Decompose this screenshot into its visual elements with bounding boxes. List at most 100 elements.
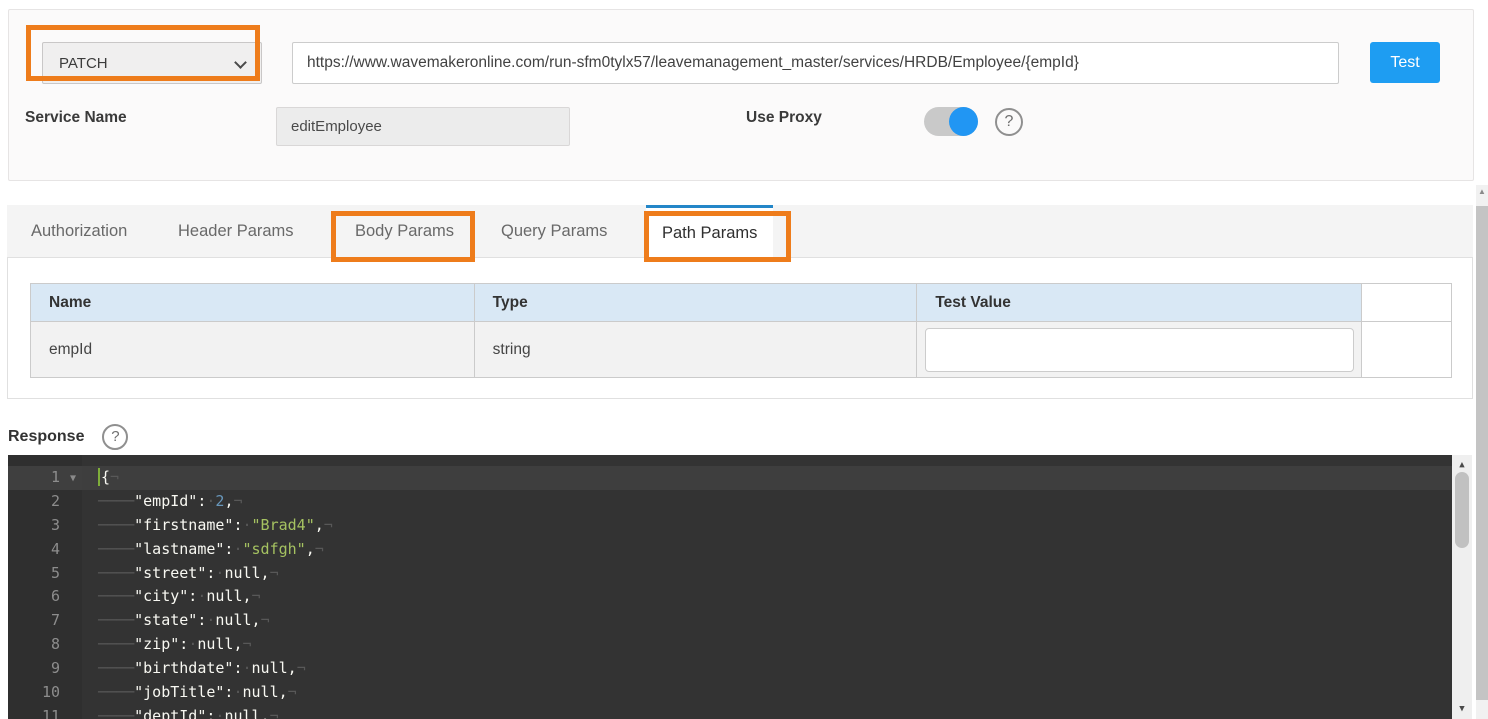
code-token: null,: [197, 635, 242, 653]
code-token: ¬: [324, 516, 333, 534]
editor-scrollbar[interactable]: ▲ ▼: [1452, 455, 1472, 719]
fold-arrow-icon[interactable]: ▼: [70, 467, 76, 491]
code-token: ¬: [252, 587, 261, 605]
code-line: ────"street":·null,¬: [98, 562, 1452, 586]
code-token: "jobTitle":: [134, 683, 233, 701]
code-token: null,: [206, 587, 251, 605]
service-name-label: Service Name: [25, 109, 127, 127]
param-test-value-cell: [917, 322, 1362, 378]
code-token: "city":: [134, 587, 197, 605]
code-token: ¬: [110, 468, 119, 486]
code-token: ,: [306, 540, 315, 558]
param-type-cell: string: [474, 322, 917, 378]
tab-authorization[interactable]: Authorization: [15, 205, 143, 258]
code-token: ¬: [243, 635, 252, 653]
code-token: ────: [98, 683, 134, 701]
test-button[interactable]: Test: [1370, 42, 1440, 83]
code-token: "street":: [134, 564, 215, 582]
code-token: ·: [243, 659, 252, 677]
toggle-knob: [949, 107, 978, 136]
response-editor[interactable]: 1▼234567891011 {¬────"empId":·2,¬────"fi…: [8, 455, 1472, 719]
code-line: ────"empId":·2,¬: [98, 490, 1452, 514]
editor-code: {¬────"empId":·2,¬────"firstname":·"Brad…: [82, 455, 1452, 719]
test-value-input[interactable]: [925, 328, 1354, 372]
url-input[interactable]: [292, 42, 1339, 84]
scroll-up-arrow-icon[interactable]: ▲: [1476, 187, 1488, 196]
code-line: ────"city":·null,¬: [98, 585, 1452, 609]
line-number: 1▼: [8, 466, 82, 490]
code-token: "deptId":: [134, 707, 215, 719]
column-header-name: Name: [31, 284, 475, 322]
tab-body-params[interactable]: Body Params: [339, 205, 470, 258]
code-token: "zip":: [134, 635, 188, 653]
line-number: 6: [8, 585, 82, 609]
line-number: 8: [8, 633, 82, 657]
code-token: "firstname":: [134, 516, 242, 534]
code-token: null,: [252, 659, 297, 677]
code-token: ────: [98, 635, 134, 653]
column-header-type: Type: [474, 284, 917, 322]
code-line: ────"zip":·null,¬: [98, 633, 1452, 657]
scroll-down-arrow-icon[interactable]: ▼: [1452, 703, 1472, 715]
code-token: "lastname":: [134, 540, 233, 558]
code-token: ────: [98, 564, 134, 582]
code-token: ¬: [270, 564, 279, 582]
line-number: 7: [8, 609, 82, 633]
code-token: null,: [224, 707, 269, 719]
table-row: empIdstring: [31, 322, 1452, 378]
help-icon[interactable]: ?: [102, 424, 128, 450]
code-token: null,: [224, 564, 269, 582]
help-icon[interactable]: ?: [995, 108, 1023, 136]
path-params-table: NameTypeTest Value empIdstring: [30, 283, 1452, 378]
column-header-blank: [1362, 284, 1452, 322]
editor-scrollbar-thumb[interactable]: [1455, 472, 1469, 548]
code-line: ────"birthdate":·null,¬: [98, 657, 1452, 681]
rest-service-test-page: PATCH Test Service Name Use Proxy ? Auth…: [0, 0, 1488, 719]
code-token: ¬: [233, 492, 242, 510]
line-number: 11: [8, 705, 82, 719]
code-token: ·: [188, 635, 197, 653]
line-number: 2: [8, 490, 82, 514]
code-token: ¬: [297, 659, 306, 677]
column-header-test-value: Test Value: [917, 284, 1362, 322]
code-line: ────"jobTitle":·null,¬: [98, 681, 1452, 705]
code-token: ────: [98, 611, 134, 629]
code-token: "state":: [134, 611, 206, 629]
method-select[interactable]: PATCH: [42, 42, 262, 84]
editor-gutter: 1▼234567891011: [8, 455, 82, 719]
code-line: ────"deptId":·null,¬: [98, 705, 1452, 719]
tab-bar: Authorization Header Params Body Params Que…: [7, 205, 1473, 258]
use-proxy-label: Use Proxy: [746, 109, 822, 127]
code-token: ────: [98, 707, 134, 719]
code-token: "empId":: [134, 492, 206, 510]
code-token: ────: [98, 659, 134, 677]
line-number: 4: [8, 538, 82, 562]
request-panel: PATCH Test Service Name Use Proxy ?: [8, 9, 1474, 181]
scroll-up-arrow-icon[interactable]: ▲: [1452, 459, 1472, 471]
code-token: ────: [98, 587, 134, 605]
code-line: ────"lastname":·"sdfgh",¬: [98, 538, 1452, 562]
code-token: ¬: [261, 611, 270, 629]
code-line: ────"firstname":·"Brad4",¬: [98, 514, 1452, 538]
line-number: 10: [8, 681, 82, 705]
text-cursor: [98, 468, 100, 486]
tab-query-params[interactable]: Query Params: [485, 205, 623, 258]
use-proxy-toggle[interactable]: [924, 107, 978, 136]
code-line: ────"state":·null,¬: [98, 609, 1452, 633]
response-label: Response: [8, 428, 84, 446]
code-token: null,: [243, 683, 288, 701]
code-token: ·: [233, 683, 242, 701]
tab-path-params[interactable]: Path Params: [646, 205, 773, 259]
code-token: null,: [215, 611, 260, 629]
code-token: ────: [98, 516, 134, 534]
code-token: ¬: [315, 540, 324, 558]
page-scrollbar[interactable]: ▲: [1476, 185, 1488, 719]
response-section-header: Response ?: [8, 423, 128, 451]
code-token: ────: [98, 540, 134, 558]
code-token: "birthdate":: [134, 659, 242, 677]
code-line: {¬: [98, 466, 1452, 490]
tab-header-params[interactable]: Header Params: [162, 205, 310, 258]
page-scrollbar-thumb[interactable]: [1476, 206, 1488, 700]
code-token: {: [101, 468, 110, 486]
code-token: ,: [315, 516, 324, 534]
